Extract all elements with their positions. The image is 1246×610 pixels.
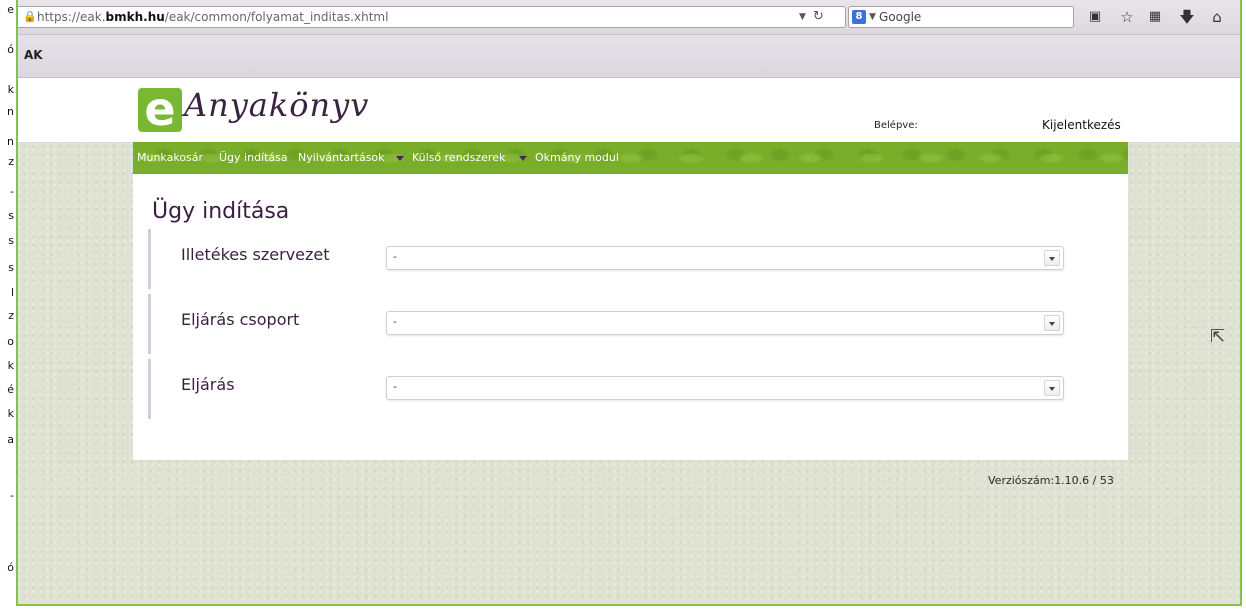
eljaras-select[interactable]: -	[386, 376, 1064, 400]
strip-char: -	[10, 185, 14, 198]
download-icon[interactable]: 🡇	[1176, 6, 1198, 28]
field-label: Eljárás	[181, 375, 235, 394]
bookmark-star-icon[interactable]: ☆	[1116, 6, 1138, 28]
search-engine-dropdown-icon[interactable]: ▼	[869, 7, 876, 27]
strip-char: n	[7, 135, 14, 148]
home-icon[interactable]: ⌂	[1206, 6, 1228, 28]
select-value: -	[393, 380, 397, 393]
left-clipped-text-strip: e ó k n n z - s s s l z o k é k a - ó	[0, 0, 16, 610]
strip-char: e	[7, 3, 14, 16]
strip-char: -	[10, 489, 14, 502]
web-page: e Anyakönyv Belépve: Kijelentkezés Munka…	[18, 78, 1240, 604]
eljaras-csoport-select[interactable]: -	[386, 311, 1064, 335]
mouse-cursor-icon: ⇱	[1210, 326, 1226, 347]
form-row-illetekes-szervezet: Illetékes szervezet -	[148, 229, 1064, 289]
chevron-down-icon[interactable]	[1044, 315, 1060, 331]
menu-item-ugy-inditasa[interactable]: Ügy indítása	[219, 151, 288, 164]
logout-link[interactable]: Kijelentkezés	[1042, 118, 1121, 132]
strip-char: ó	[7, 561, 14, 574]
strip-char: s	[8, 261, 14, 274]
version-number: Verziószám:1.10.6 / 53	[988, 474, 1114, 487]
select-value: -	[393, 315, 397, 328]
field-label: Eljárás csoport	[181, 310, 300, 329]
strip-char: s	[8, 209, 14, 222]
strip-char: o	[7, 335, 14, 348]
browser-navigation-bar: 🔒 https://eak.bmkh.hu/eak/common/folyama…	[18, 0, 1240, 35]
strip-char: z	[8, 309, 14, 322]
strip-char: z	[8, 155, 14, 168]
strip-char: n	[7, 105, 14, 118]
strip-char: a	[7, 433, 14, 446]
bookmark-item[interactable]: AK	[24, 48, 43, 62]
strip-char: k	[7, 83, 14, 96]
menu-item-kulso-rendszerek[interactable]: Külső rendszerek	[412, 151, 505, 164]
menu-item-okmany-modul[interactable]: Okmány modul	[535, 151, 619, 164]
chevron-down-icon[interactable]	[1044, 250, 1060, 266]
search-bar[interactable]: 8 ▼ Google	[848, 6, 1074, 28]
menu-item-munkakosar[interactable]: Munkakosár	[137, 151, 203, 164]
browser-window: 🔒 https://eak.bmkh.hu/eak/common/folyama…	[16, 0, 1242, 606]
main-menu: Munkakosár Ügy indítása Nyilvántartások …	[133, 142, 1128, 174]
anyakonyv-logo[interactable]: e Anyakönyv	[138, 82, 370, 136]
strip-char: k	[7, 359, 14, 372]
e-logo-icon: e	[138, 82, 182, 136]
strip-char: s	[8, 234, 14, 247]
content-panel: Ügy indítása Illetékes szervezet - Eljár…	[133, 174, 1128, 460]
select-value: -	[393, 250, 397, 263]
strip-char: ó	[7, 43, 14, 56]
url-text[interactable]: https://eak.bmkh.hu/eak/common/folyamat_…	[37, 7, 388, 27]
form-row-eljaras-csoport: Eljárás csoport -	[148, 294, 1064, 354]
logo-text: Anyakönyv	[184, 86, 370, 124]
logged-in-label: Belépve:	[874, 120, 918, 131]
google-icon[interactable]: 8	[852, 10, 866, 24]
chevron-down-icon[interactable]	[396, 156, 404, 161]
illetekes-szervezet-select[interactable]: -	[386, 246, 1064, 270]
strip-char: k	[7, 407, 14, 420]
bookmarks-menu-icon[interactable]: ▦	[1144, 6, 1166, 28]
address-bar[interactable]: 🔒 https://eak.bmkh.hu/eak/common/folyama…	[18, 6, 846, 28]
bookmarks-bar: AK	[18, 35, 1240, 78]
form-row-eljaras: Eljárás -	[148, 359, 1064, 419]
reload-icon[interactable]: ↻	[813, 7, 824, 27]
reader-view-icon[interactable]: ▣	[1084, 6, 1106, 28]
page-title: Ügy indítása	[152, 199, 290, 224]
menu-item-nyilvantartasok[interactable]: Nyilvántartások	[298, 151, 385, 164]
field-label: Illetékes szervezet	[181, 245, 330, 264]
search-placeholder: Google	[879, 10, 922, 24]
lock-icon: 🔒	[23, 10, 37, 23]
chevron-down-icon[interactable]	[519, 156, 527, 161]
chevron-down-icon[interactable]	[1044, 380, 1060, 396]
strip-char: é	[7, 383, 14, 396]
site-header: e Anyakönyv Belépve: Kijelentkezés	[18, 78, 1240, 143]
history-dropdown-icon[interactable]: ▼	[799, 7, 806, 27]
strip-char: l	[10, 286, 14, 299]
